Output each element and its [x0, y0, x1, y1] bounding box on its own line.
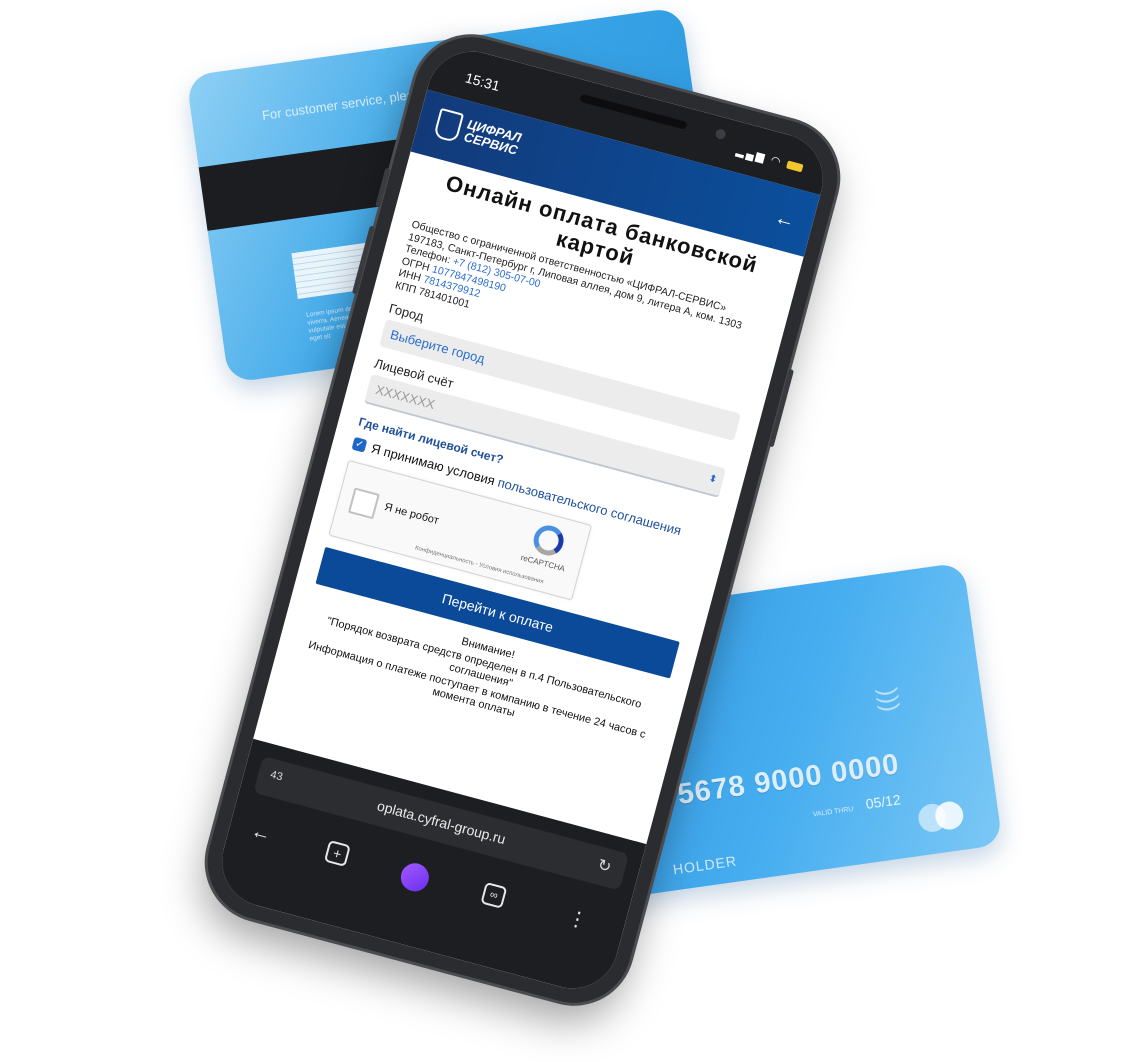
account-placeholder: XXXXXXX: [373, 381, 437, 413]
new-tab-icon[interactable]: +: [323, 839, 351, 867]
signal-wifi-icon: ▂▄▆ ◠: [734, 144, 784, 169]
power-button: [768, 368, 795, 448]
back-arrow-icon[interactable]: ←: [772, 206, 797, 233]
status-time: 15:31: [463, 69, 502, 95]
contactless-icon: ))): [874, 686, 905, 714]
tabs-icon[interactable]: ∞: [480, 881, 508, 909]
recaptcha-icon: [530, 522, 567, 559]
shield-icon: [433, 107, 465, 144]
spinner-icon[interactable]: ⬍: [707, 473, 718, 486]
menu-icon[interactable]: ⋮: [565, 905, 591, 934]
agree-checkbox[interactable]: ✓: [351, 436, 368, 453]
back-icon[interactable]: ←: [248, 820, 274, 847]
recaptcha-name: reCAPTCHA: [519, 553, 566, 574]
card-network-logo: [916, 799, 966, 834]
card-holder: HOLDER: [671, 852, 738, 878]
status-icons: ▂▄▆ ◠: [735, 144, 804, 174]
brand-logo[interactable]: ЦИФРАЛ СЕРВИС: [433, 107, 523, 159]
card-expiry: 05/12: [864, 791, 902, 812]
recaptcha-checkbox[interactable]: [347, 487, 380, 520]
recaptcha-label: Я не робот: [383, 501, 441, 528]
front-camera: [714, 128, 727, 141]
assistant-icon[interactable]: [397, 860, 432, 895]
browser-toolbar: 43 oplata.cyfral-group.ru ↻ ← + ∞ ⋮: [211, 738, 647, 999]
speaker-notch: [579, 93, 688, 130]
valid-thru-label: VALID THRU: [812, 805, 854, 819]
battery-icon: [786, 160, 804, 173]
